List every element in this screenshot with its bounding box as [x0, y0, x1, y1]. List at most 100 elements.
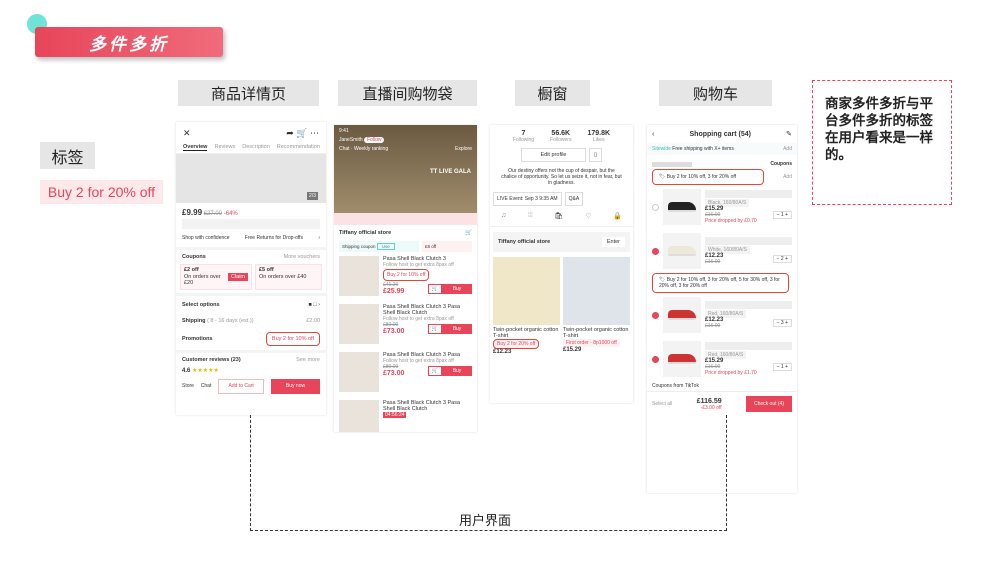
quantity-stepper[interactable]: − 2 +: [772, 255, 792, 263]
product-image: [493, 257, 560, 325]
pdp-screen: ✕ ➦ 🛒 ⋯ Overview Reviews Description Reco…: [176, 122, 326, 415]
cart-item[interactable]: White, 160/80A/S £12.23 £16.00 − 2 +: [647, 229, 797, 273]
tab-recommendation[interactable]: Recommendation: [277, 144, 320, 151]
section-cart: 购物车: [659, 80, 772, 106]
tab-description[interactable]: Description: [242, 144, 270, 151]
bookmark-icon[interactable]: ▯: [588, 148, 603, 162]
cart-saved: -£3.00 off: [700, 404, 722, 411]
weekly-ranking-chip[interactable]: Weekly ranking: [354, 146, 388, 152]
cart-item[interactable]: Red, 160/80A/S £12.23 £16.00 − 3 +: [647, 293, 797, 337]
promotion-tag[interactable]: Buy 2 for 10% off: [383, 269, 430, 281]
store-link[interactable]: Tiffany official store: [339, 230, 391, 236]
buy-button[interactable]: Buy: [442, 365, 472, 376]
back-icon[interactable]: ‹: [652, 131, 654, 138]
close-icon[interactable]: ✕: [183, 128, 191, 139]
tiktok-coupons[interactable]: Coupons from TikTok: [647, 381, 797, 391]
showcase-product[interactable]: Twin-pocket organic cotton T-shirt Buy 2…: [493, 257, 560, 355]
profile-tabs[interactable]: ♫ ⦙⦙⦙ 🛍 ♡ 🔒: [490, 206, 633, 227]
product-image[interactable]: 2/3: [176, 154, 326, 203]
more-vouchers-link[interactable]: More vouchers: [284, 254, 320, 260]
promotion-tag[interactable]: 🏷 Buy 2 for 10% off, 3 for 20% off, 5 fo…: [652, 273, 789, 293]
tab-reviews[interactable]: Reviews: [214, 144, 235, 151]
sneaker-image: [668, 202, 696, 212]
product-thumbnail: [339, 304, 379, 344]
tag-label: 标签: [40, 142, 95, 169]
section-pdp: 商品详情页: [178, 80, 319, 106]
cart-icon[interactable]: 🛒: [465, 230, 472, 236]
buy-button[interactable]: Buy: [442, 323, 472, 334]
select-options[interactable]: Select options: [182, 302, 220, 308]
gala-badge[interactable]: TT LIVE GALA: [430, 169, 471, 175]
add-cart-icon[interactable]: 🛒: [427, 323, 442, 334]
reviews-label: Customer reviews (23): [182, 356, 241, 363]
promotion-tag[interactable]: Buy 2 for 10% off: [265, 331, 320, 346]
item-checkbox[interactable]: [652, 247, 659, 255]
item-checkbox[interactable]: [652, 203, 659, 211]
quantity-stepper[interactable]: − 1 +: [772, 363, 792, 371]
user-interface-label: 用户界面: [455, 510, 516, 529]
profile-stat[interactable]: 179.8K Likes: [587, 130, 610, 143]
coupon-card: £8 off: [422, 241, 472, 252]
item-checkbox[interactable]: [652, 355, 659, 363]
blurred-title: [182, 219, 320, 229]
buy-button[interactable]: Buy: [442, 283, 472, 294]
sneaker-image: [668, 354, 696, 364]
share-cart-more-icons[interactable]: ➦ 🛒 ⋯: [286, 128, 319, 139]
bio: Our destiny offers not the cup of despai…: [501, 168, 622, 186]
profile-stat[interactable]: 7 Following: [513, 130, 534, 143]
buy-now-button[interactable]: Buy now: [271, 378, 320, 394]
cart-item[interactable]: Black, 160/80A/S £15.29 £16.00 Price dropp…: [647, 185, 797, 229]
store-button[interactable]: Store: [182, 383, 194, 389]
follow-button[interactable]: Follow: [364, 137, 385, 143]
coupons-link[interactable]: Coupons: [770, 161, 792, 167]
promotion-tag[interactable]: 🏷 Buy 2 for 10% off, 3 for 20% off: [652, 169, 764, 185]
see-more-link[interactable]: See more: [296, 357, 320, 363]
old-price: £27.00: [203, 211, 223, 217]
edit-profile-button[interactable]: Edit profile: [520, 148, 586, 162]
note: 商家多件多折与平台多件多折的标签在用户看来是一样的。: [812, 80, 952, 205]
live-event-chip[interactable]: LIVE Event: Sep 3 9:35 AM: [493, 192, 562, 206]
shop-confidence[interactable]: Shop with confidence: [182, 235, 230, 241]
shop-name-blurred: [652, 161, 692, 167]
live-product-item[interactable]: Pasa Shell Black Clutch 3 Follow host to…: [334, 252, 477, 300]
add-cart-icon[interactable]: 🛒: [427, 283, 442, 294]
claim-button[interactable]: Claim: [227, 272, 248, 281]
enter-button[interactable]: Enter: [601, 237, 625, 247]
product-image: [563, 257, 630, 325]
add-to-cart-button[interactable]: Add to Cart: [218, 378, 265, 394]
coupons-label: Coupons: [182, 254, 206, 260]
select-all-checkbox[interactable]: Select all: [652, 401, 672, 407]
profile-stat[interactable]: 56.6K Followers: [550, 130, 571, 143]
showcase-product[interactable]: Twin-pocket organic cotton T-shirt First…: [563, 257, 630, 355]
chat-button[interactable]: Chat: [201, 383, 212, 389]
qa-chip[interactable]: Q&A: [564, 192, 584, 206]
tab-overview[interactable]: Overview: [183, 144, 208, 151]
live-product-item[interactable]: Pasa Shell Black Clutch 3 Pasa Shell Bla…: [334, 300, 477, 348]
checkout-button[interactable]: Check out (4): [746, 396, 792, 412]
price: £9.99: [182, 208, 203, 217]
showcase-screen: 7 Following 56.6K Followers 179.8K Likes Edit…: [490, 125, 633, 403]
quantity-stepper[interactable]: − 1 +: [772, 211, 792, 219]
add-cart-icon[interactable]: 🛒: [427, 365, 442, 376]
shipping-price: £2.00: [306, 317, 320, 324]
explore-chip[interactable]: Explore: [455, 146, 472, 152]
shipping-label: Shipping: [182, 317, 206, 324]
coupon2-condition: On orders over £40: [259, 273, 307, 280]
live-video: 9:41 JaneSmith Follow Chat · Weekly rank…: [334, 125, 477, 213]
live-screen: 9:41 JaneSmith Follow Chat · Weekly rank…: [334, 125, 477, 432]
use-button[interactable]: Use: [376, 243, 395, 250]
product-thumbnail: [339, 352, 379, 392]
discount: -64%: [223, 211, 238, 217]
live-product-item[interactable]: Pasa Shell Black Clutch 3 Pasa Follow ho…: [334, 348, 477, 396]
chat-chip[interactable]: Chat: [339, 146, 350, 152]
host-name: JaneSmith: [339, 137, 363, 143]
item-checkbox[interactable]: [652, 311, 659, 319]
free-returns[interactable]: Free Returns for Drop-offs: [245, 235, 303, 241]
promotion-tag: First order · 8p1000 off: [563, 339, 620, 347]
edit-icon[interactable]: ✎: [786, 130, 792, 138]
add-link[interactable]: Add: [783, 146, 792, 152]
cart-item[interactable]: Red, 160/80A/S £15.29 £16.00 Price dropped…: [647, 337, 797, 381]
quantity-stepper[interactable]: − 3 +: [772, 319, 792, 327]
coupon-card: £2 off On orders over £20 Claim: [180, 264, 252, 290]
section-showcase: 橱窗: [515, 80, 590, 106]
